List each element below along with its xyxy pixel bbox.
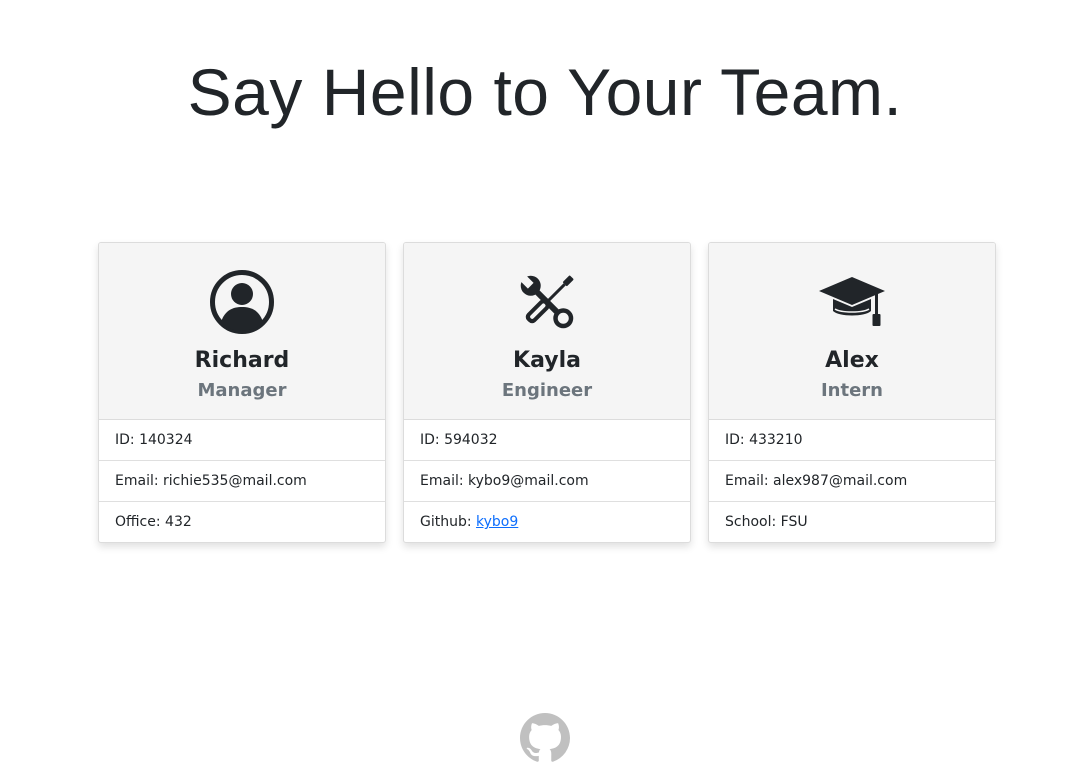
member-name: Richard xyxy=(194,348,290,373)
team-card-intern: Alex Intern ID: 433210 Email: alex987@ma… xyxy=(708,242,996,543)
member-details: ID: 433210 Email: alex987@mail.com Schoo… xyxy=(709,420,995,542)
card-header: Richard Manager xyxy=(99,243,385,420)
member-id: ID: 594032 xyxy=(404,420,690,461)
card-header: Kayla Engineer xyxy=(404,243,690,420)
member-name: Kayla xyxy=(513,348,581,373)
page-title: Say Hello to Your Team. xyxy=(187,55,903,129)
email-value: alex987@mail.com xyxy=(773,473,908,489)
team-card-manager: Richard Manager ID: 140324 Email: richie… xyxy=(98,242,386,543)
member-school: School: FSU xyxy=(725,514,808,530)
member-email: Email: kybo9@mail.com xyxy=(404,461,690,502)
member-details: ID: 594032 Email: kybo9@mail.com Github:… xyxy=(404,420,690,542)
member-id: ID: 433210 xyxy=(709,420,995,461)
team-card-engineer: Kayla Engineer ID: 594032 Email: kybo9@m… xyxy=(403,242,691,543)
member-role: Engineer xyxy=(501,380,593,401)
member-details: ID: 140324 Email: richie535@mail.com Off… xyxy=(99,420,385,542)
member-name: Alex xyxy=(825,348,879,373)
member-id: ID: 140324 xyxy=(99,420,385,461)
member-office: Office: 432 xyxy=(115,514,192,530)
member-github: Github: kybo9 xyxy=(420,514,519,530)
github-link[interactable]: kybo9 xyxy=(476,514,518,530)
school-value: FSU xyxy=(780,514,808,530)
github-icon[interactable] xyxy=(520,713,570,763)
member-role: Intern xyxy=(820,380,883,401)
user-circle-icon xyxy=(99,269,385,335)
card-header: Alex Intern xyxy=(709,243,995,420)
team-cards: Richard Manager ID: 140324 Email: richie… xyxy=(98,242,996,543)
graduation-cap-icon xyxy=(709,269,995,335)
member-email: Email: alex987@mail.com xyxy=(709,461,995,502)
office-value: 432 xyxy=(165,514,192,530)
email-value: richie535@mail.com xyxy=(163,473,307,489)
email-value: kybo9@mail.com xyxy=(468,473,589,489)
tools-icon xyxy=(404,269,690,335)
team-page: Say Hello to Your Team. Richard Manager … xyxy=(0,0,1090,784)
member-role: Manager xyxy=(197,380,287,401)
member-email: Email: richie535@mail.com xyxy=(99,461,385,502)
